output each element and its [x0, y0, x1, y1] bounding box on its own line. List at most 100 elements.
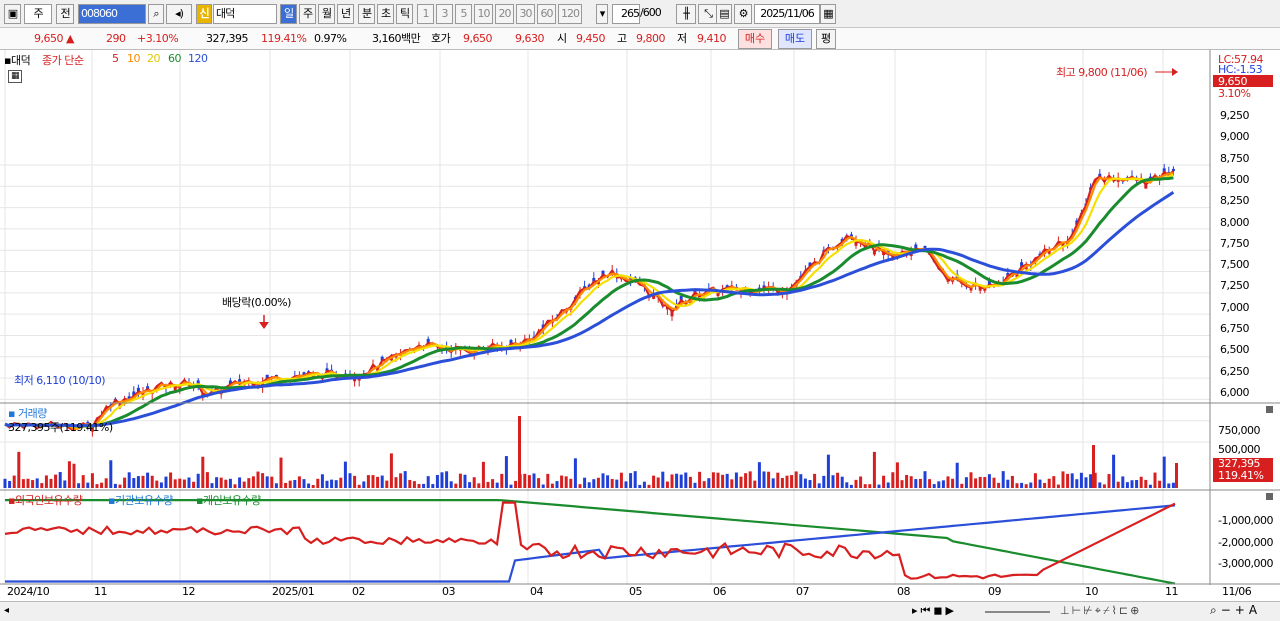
volume-bar: [661, 471, 665, 488]
holding-panel-close: [1266, 493, 1273, 500]
x-tick: 05: [629, 585, 643, 598]
volume-bar: [150, 475, 154, 488]
volume-bar: [601, 473, 605, 488]
scroll-bar[interactable]: ◂ ▸⏮◼▶ ⊥⊢⊬⌖⌿⌇⊏⊕ ⌕−+A: [0, 601, 1280, 621]
volume-bar: [656, 477, 660, 488]
legend-institution-text: 기관보유수량: [114, 494, 173, 507]
count-3[interactable]: 3: [436, 4, 453, 24]
count-60[interactable]: 60: [537, 4, 556, 24]
gear-icon[interactable]: ⚙: [734, 4, 752, 24]
volume-bar: [123, 477, 127, 488]
volume-bar: [463, 474, 467, 488]
volume-bar: [863, 484, 867, 488]
scroll-left-icon[interactable]: ◂: [4, 605, 9, 616]
code-input[interactable]: 008060: [78, 4, 146, 24]
period-tick[interactable]: 틱: [396, 4, 413, 24]
volume-bar: [334, 480, 338, 488]
count-dropdown[interactable]: ▾: [596, 4, 608, 24]
period-second[interactable]: 초: [377, 4, 394, 24]
volume-bar: [362, 481, 366, 488]
x-tick: 04: [530, 585, 544, 598]
volume-bar: [633, 471, 637, 488]
volume-bar: [159, 482, 163, 488]
candle-type-icon[interactable]: ╫: [676, 4, 696, 24]
x-tick: 10: [1085, 585, 1099, 598]
speaker-icon[interactable]: ◂): [166, 4, 192, 24]
stock-name[interactable]: 대덕: [213, 4, 277, 24]
volume-bar: [822, 475, 826, 488]
market-select[interactable]: 주: [24, 4, 52, 24]
period-month[interactable]: 월: [318, 4, 335, 24]
volume-bar: [983, 477, 987, 488]
volume-bar: [803, 478, 807, 488]
volume-bar: [675, 473, 679, 488]
period-minute[interactable]: 분: [358, 4, 375, 24]
volume-bar: [265, 476, 269, 488]
volume-panel-close: [1266, 406, 1273, 413]
volume-bar: [247, 478, 251, 488]
volume-bar: [923, 471, 927, 488]
count-10[interactable]: 10: [474, 4, 493, 24]
volume-bar: [192, 481, 196, 488]
holding-tick-3m: -3,000,000: [1218, 557, 1273, 570]
zoom-track[interactable]: [985, 611, 1050, 613]
zoom-icons[interactable]: ⌕−+A: [1210, 603, 1261, 618]
volume-bar: [964, 477, 968, 488]
volume-bar: [1006, 479, 1010, 488]
open-price: 9,450: [576, 32, 606, 45]
change: 290: [106, 32, 126, 45]
period-day[interactable]: 일: [280, 4, 297, 24]
volume-bar: [734, 472, 738, 488]
volume-bar: [307, 483, 311, 488]
volume-bar: [155, 480, 159, 488]
search-icon[interactable]: ⌕: [148, 4, 164, 24]
volume-bar: [891, 472, 895, 488]
volume-bar: [67, 461, 71, 488]
volume-bar: [1171, 482, 1175, 488]
period-year[interactable]: 년: [337, 4, 354, 24]
volume-bar: [573, 458, 577, 488]
ma-20: 20: [147, 52, 161, 65]
volume-bar: [403, 471, 407, 488]
volume-bar: [90, 473, 94, 488]
volume-last-bar: [1175, 463, 1178, 488]
count-1[interactable]: 1: [417, 4, 434, 24]
volume-bar: [385, 480, 389, 488]
buy-button[interactable]: 매수: [738, 29, 772, 49]
count-30[interactable]: 30: [516, 4, 535, 24]
stock-chip[interactable]: ▪대덕: [4, 52, 31, 68]
volume-bar: [118, 484, 122, 488]
count-120[interactable]: 120: [558, 4, 582, 24]
playback-icons[interactable]: ▸⏮◼▶: [912, 604, 957, 618]
table-icon[interactable]: ▦: [8, 70, 22, 83]
volume-bar: [435, 475, 439, 488]
volume-bar: [684, 472, 688, 488]
volume-bar: [1121, 476, 1125, 488]
sell-button[interactable]: 매도: [778, 29, 812, 49]
volume-bar: [366, 475, 370, 488]
layout-icon[interactable]: ▣: [4, 4, 21, 24]
price-chart[interactable]: [0, 50, 1280, 601]
price-tick: 8,250: [1220, 194, 1250, 208]
date-input[interactable]: 2025/11/06: [754, 4, 820, 24]
save-icon[interactable]: ▤: [716, 4, 732, 24]
volume-bar: [610, 478, 614, 488]
bars-input[interactable]: 265: [612, 4, 640, 24]
period-week[interactable]: 주: [299, 4, 316, 24]
volume-bar: [31, 480, 35, 488]
count-5[interactable]: 5: [455, 4, 472, 24]
volume-bar: [21, 479, 25, 488]
volume-bar: [826, 454, 830, 488]
count-20[interactable]: 20: [495, 4, 514, 24]
volume-bar: [564, 476, 568, 488]
mode-button[interactable]: 전: [56, 4, 74, 24]
volume-bar: [647, 484, 651, 488]
calendar-icon[interactable]: ▦: [820, 4, 836, 24]
volume-bar: [58, 472, 62, 488]
volume-bar: [785, 475, 789, 488]
tool-icon[interactable]: ⤡: [698, 4, 718, 24]
drawing-tools-icons[interactable]: ⊥⊢⊬⌖⌿⌇⊏⊕: [1060, 604, 1141, 618]
ma-label: 종가 단순: [42, 54, 84, 67]
volume-bar: [679, 474, 683, 488]
eval-button[interactable]: 평: [816, 29, 836, 49]
